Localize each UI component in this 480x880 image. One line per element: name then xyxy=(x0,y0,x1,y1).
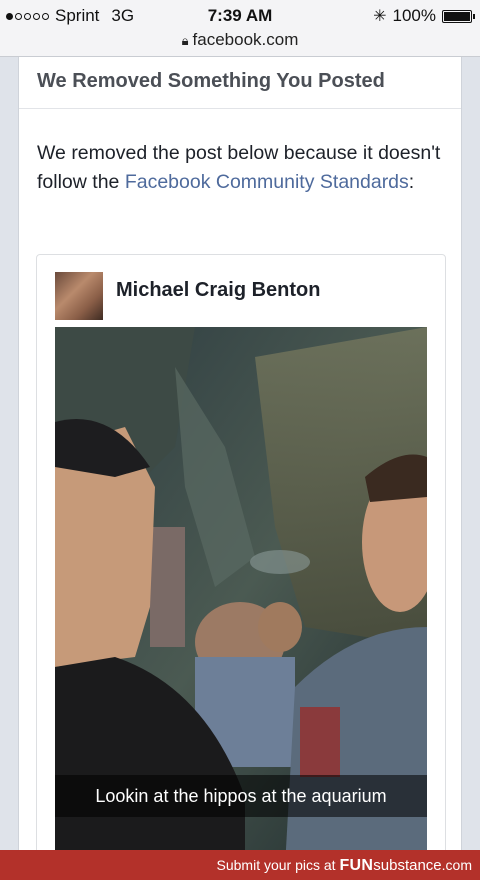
footer-brand-fun: FUN xyxy=(339,857,374,874)
footer-brand-substance: substance xyxy=(373,857,442,874)
battery-icon xyxy=(442,9,475,23)
post-photo[interactable]: Lookin at the hippos at the aquarium xyxy=(55,327,427,867)
watermark-footer: Submit your pics at FUNsubstance.com xyxy=(0,850,480,880)
address-bar[interactable]: 🔒︎ facebook.com xyxy=(0,30,480,57)
removed-post: Michael Craig Benton Lookin at the hippo… xyxy=(36,254,446,867)
footer-text: Submit your pics at FUNsubstance.com xyxy=(217,857,472,875)
notice-message-end: : xyxy=(408,171,415,193)
footer-brand-domain: .com xyxy=(441,857,472,873)
url-text: facebook.com xyxy=(192,30,299,49)
post-header: Michael Craig Benton xyxy=(55,272,320,320)
notice-message: We removed the post below because it doe… xyxy=(19,109,461,197)
footer-submit-text: Submit your pics at xyxy=(216,857,336,873)
author-avatar[interactable] xyxy=(55,272,103,320)
post-author-name[interactable]: Michael Craig Benton xyxy=(116,279,320,302)
bluetooth-icon: ✳ xyxy=(373,8,387,25)
lock-icon: 🔒︎ xyxy=(181,33,189,48)
status-bar: Sprint 3G 7:39 AM ✳ 100% xyxy=(0,0,480,30)
community-standards-link[interactable]: Facebook Community Standards xyxy=(125,171,409,193)
status-right: ✳ 100% xyxy=(373,6,475,26)
notice-title: We Removed Something You Posted xyxy=(19,57,461,109)
battery-percent: 100% xyxy=(392,6,436,25)
notice-card: We Removed Something You Posted We remov… xyxy=(18,57,462,867)
page-content: We Removed Something You Posted We remov… xyxy=(0,57,480,867)
phone-screen: Sprint 3G 7:39 AM ✳ 100% 🔒︎ facebook.com … xyxy=(0,0,480,880)
photo-caption: Lookin at the hippos at the aquarium xyxy=(55,775,427,817)
